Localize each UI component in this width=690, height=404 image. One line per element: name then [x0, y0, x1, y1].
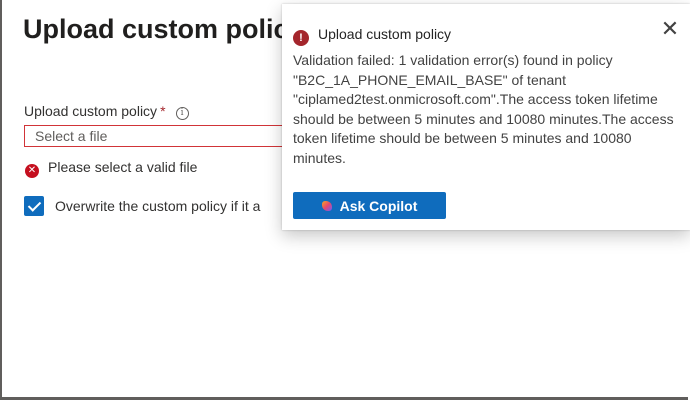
overwrite-option[interactable]: Overwrite the custom policy if it a — [24, 196, 260, 216]
ask-copilot-label: Ask Copilot — [339, 197, 418, 214]
overwrite-label: Overwrite the custom policy if it a — [55, 198, 261, 214]
page-title: Upload custom polic — [23, 14, 289, 44]
close-icon[interactable]: ✕ — [658, 18, 682, 42]
error-notification: ! Upload custom policy ✕ Validation faile… — [282, 4, 690, 230]
error-icon: ! — [293, 30, 309, 46]
required-mark: * — [160, 103, 166, 119]
upload-field-label-text: Upload custom policy — [24, 103, 158, 119]
overwrite-checkbox[interactable] — [24, 196, 44, 216]
info-icon[interactable]: i — [175, 107, 189, 120]
file-input[interactable]: Select a file — [24, 125, 324, 147]
notification-title: Upload custom policy — [318, 26, 452, 42]
error-icon: ✕ — [25, 164, 39, 178]
copilot-icon — [321, 200, 332, 211]
notification-message: Validation failed: 1 validation error(s)… — [293, 52, 674, 166]
notification-header: ! Upload custom policy — [293, 26, 451, 46]
upload-field-label: Upload custom policy * i — [24, 103, 189, 120]
validation-error: ✕ Please select a valid file — [25, 159, 197, 178]
validation-error-text: Please select a valid file — [48, 159, 198, 175]
ask-copilot-button[interactable]: Ask Copilot — [293, 192, 446, 219]
